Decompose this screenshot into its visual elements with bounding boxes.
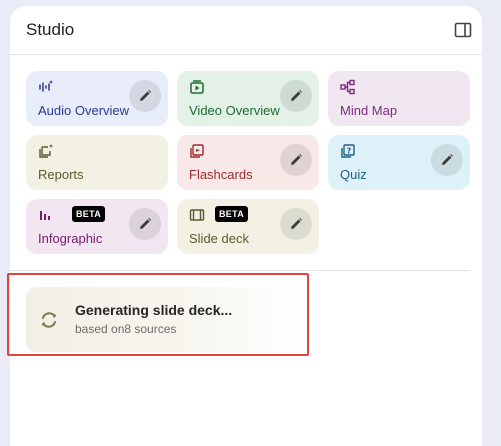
mind-map-icon bbox=[340, 79, 356, 95]
card-reports[interactable]: Reports bbox=[26, 135, 168, 190]
generating-status-card: Generating slide deck... based on8 sourc… bbox=[26, 287, 307, 352]
edit-pencil-icon[interactable] bbox=[129, 80, 161, 112]
beta-badge: BETA bbox=[72, 206, 106, 222]
card-label: Audio Overview bbox=[38, 103, 130, 118]
video-play-icon bbox=[189, 79, 205, 95]
panel-title: Studio bbox=[26, 20, 75, 39]
flashcards-icon bbox=[189, 143, 205, 159]
quiz-icon: ? bbox=[340, 143, 356, 159]
card-label: Quiz bbox=[340, 167, 367, 182]
edit-pencil-icon[interactable] bbox=[280, 144, 312, 176]
beta-badge: BETA bbox=[215, 206, 249, 222]
card-video-overview[interactable]: Video Overview bbox=[177, 71, 319, 126]
generating-subtitle: based on8 sources bbox=[75, 322, 177, 336]
studio-panel: Studio Audio Overview Video Overview Min… bbox=[10, 6, 482, 446]
studio-header: Studio bbox=[10, 6, 482, 55]
card-label: Video Overview bbox=[189, 103, 280, 118]
card-audio-overview[interactable]: Audio Overview bbox=[26, 71, 168, 126]
card-label: Reports bbox=[38, 167, 84, 182]
edit-pencil-icon[interactable] bbox=[431, 144, 463, 176]
edit-pencil-icon[interactable] bbox=[280, 80, 312, 112]
edit-pencil-icon[interactable] bbox=[129, 208, 161, 240]
card-label: Infographic bbox=[38, 231, 103, 246]
card-mind-map[interactable]: Mind Map bbox=[328, 71, 470, 126]
generating-title: Generating slide deck... bbox=[75, 302, 233, 318]
section-divider bbox=[10, 270, 470, 271]
card-label: Flashcards bbox=[189, 167, 253, 182]
card-label: Slide deck bbox=[189, 231, 249, 246]
card-slide-deck[interactable]: BETA Slide deck bbox=[177, 199, 319, 254]
card-flashcards[interactable]: Flashcards bbox=[177, 135, 319, 190]
slide-deck-icon bbox=[189, 207, 205, 223]
audio-waveform-icon bbox=[38, 79, 54, 95]
card-label: Mind Map bbox=[340, 103, 398, 118]
sync-spinner-icon bbox=[38, 309, 60, 331]
reports-icon bbox=[38, 143, 54, 159]
edit-pencil-icon[interactable] bbox=[280, 208, 312, 240]
card-infographic[interactable]: BETA Infographic bbox=[26, 199, 168, 254]
panel-toggle-icon[interactable] bbox=[454, 21, 472, 39]
infographic-icon bbox=[38, 207, 54, 223]
card-quiz[interactable]: ? Quiz bbox=[328, 135, 470, 190]
svg-text:?: ? bbox=[347, 147, 352, 156]
